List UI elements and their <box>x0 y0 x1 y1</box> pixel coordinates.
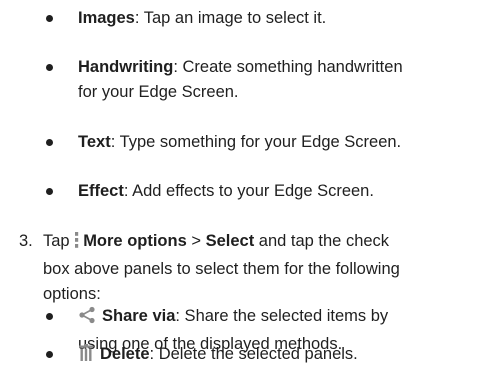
bullet-dot <box>46 188 53 195</box>
item-desc: : Add effects to your Edge Screen. <box>123 182 374 200</box>
item-term: Share via <box>102 307 176 325</box>
step-text: and tap the check <box>254 232 390 250</box>
item-term: Delete <box>100 345 150 363</box>
step-text: Tap <box>43 232 75 250</box>
select-label: Select <box>205 232 255 250</box>
step-text: options: <box>43 285 101 303</box>
more-options-label: More options <box>83 232 187 250</box>
trash-icon <box>78 344 94 370</box>
more-options-icon <box>74 231 79 257</box>
item-desc-continued: for your Edge Screen. <box>78 83 239 101</box>
item-desc: : Delete the selected panels. <box>149 345 358 363</box>
document-page: Images: Tap an image to select it. Handw… <box>0 0 490 368</box>
item-term: Handwriting <box>78 58 174 76</box>
bullet-dot <box>46 64 53 71</box>
bullet-dot <box>46 139 53 146</box>
step-text: box above panels to select them for the … <box>43 260 400 278</box>
item-desc: : Create something handwritten <box>173 58 403 76</box>
bullet-dot <box>46 15 53 22</box>
list-item-delete-row: Delete: Delete the selected panels. <box>46 342 490 370</box>
item-term: Text <box>78 133 111 151</box>
bullet-dot <box>46 351 53 358</box>
list-item-text: Text: Type something for your Edge Scree… <box>46 130 490 155</box>
step-separator: > <box>186 232 206 250</box>
step-body: Tap More options > Select and tap the ch… <box>43 229 490 307</box>
item-desc: : Share the selected items by <box>175 307 389 325</box>
item-desc: : Tap an image to select it. <box>134 9 327 27</box>
bullet-dot <box>46 313 53 320</box>
list-item-images: Images: Tap an image to select it. <box>46 6 490 31</box>
share-icon <box>78 306 96 332</box>
list-item-effect: Effect: Add effects to your Edge Screen. <box>46 179 490 204</box>
item-term: Images <box>78 9 135 27</box>
step-number: 3. <box>19 232 33 250</box>
item-desc: : Type something for your Edge Screen. <box>110 133 402 151</box>
list-item-handwriting: Handwriting: Create something handwritte… <box>46 55 490 105</box>
item-term: Effect <box>78 182 124 200</box>
